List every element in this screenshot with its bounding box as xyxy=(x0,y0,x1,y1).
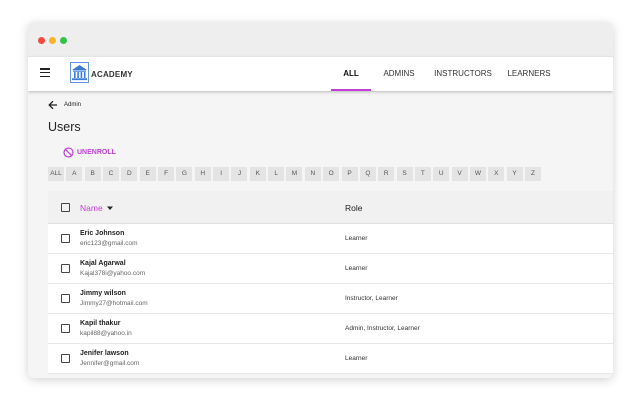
table-row[interactable]: Kapil thakur kapil88@yahoo.in Admin, Instr… xyxy=(48,314,613,344)
alphabet-filter-z[interactable]: Z xyxy=(524,167,541,181)
name-header-label: Name xyxy=(80,203,103,213)
alphabet-filter-g[interactable]: G xyxy=(176,167,193,181)
minimize-window-button[interactable] xyxy=(49,37,56,44)
table-header: Name Role xyxy=(48,191,613,224)
row-checkbox[interactable] xyxy=(61,234,70,243)
alphabet-filter-q[interactable]: Q xyxy=(359,167,376,181)
user-email: Kajal378i@yahoo.com xyxy=(80,270,146,277)
user-email: Jimmy27@hotmail.com xyxy=(80,300,148,307)
alphabet-filter-s[interactable]: S xyxy=(396,167,413,181)
users-table: Name Role Eric Johnson eric123@gmail.com L… xyxy=(48,191,613,374)
close-window-button[interactable] xyxy=(38,37,45,44)
back-to-admin-link[interactable]: Admin xyxy=(48,100,81,110)
alphabet-filter-k[interactable]: K xyxy=(249,167,266,181)
alphabet-filter-l[interactable]: L xyxy=(268,167,285,181)
alphabet-filter-j[interactable]: J xyxy=(231,167,248,181)
table-row[interactable]: Eric Johnson eric123@gmail.com Learner xyxy=(48,224,613,254)
alphabet-filter-n[interactable]: N xyxy=(304,167,321,181)
role-column-header: Role xyxy=(345,203,363,213)
row-checkbox[interactable] xyxy=(61,264,70,273)
alphabet-filter-v[interactable]: V xyxy=(451,167,468,181)
alphabet-filter-p[interactable]: P xyxy=(341,167,358,181)
unenroll-label: UNENROLL xyxy=(77,149,116,156)
user-role: Admin, Instructor, Learner xyxy=(345,325,420,332)
user-name: Kapil thakur xyxy=(80,320,121,327)
user-name: Kajal Agarwal xyxy=(80,260,126,267)
alphabet-filter-o[interactable]: O xyxy=(323,167,340,181)
user-name: Jimmy wilson xyxy=(80,290,126,297)
table-row[interactable]: Jenifer lawson Jennifer@gmail.com Learner xyxy=(48,344,613,374)
app-bar: ACADEMY ALL ADMINS INSTRUCTORS LEARNERS xyxy=(28,57,613,91)
role-tabs: ALL ADMINS INSTRUCTORS LEARNERS xyxy=(331,57,559,91)
window-titlebar xyxy=(28,22,613,57)
app-window: ACADEMY ALL ADMINS INSTRUCTORS LEARNERS … xyxy=(28,22,613,378)
alphabet-filter-e[interactable]: E xyxy=(139,167,156,181)
sort-down-icon xyxy=(106,206,113,210)
name-column-header[interactable]: Name xyxy=(80,203,114,213)
alphabet-filter-a[interactable]: A xyxy=(66,167,83,181)
alphabet-filter-f[interactable]: F xyxy=(158,167,175,181)
alphabet-filter-b[interactable]: B xyxy=(84,167,101,181)
user-role: Learner xyxy=(345,235,368,242)
alphabet-filter-i[interactable]: I xyxy=(213,167,230,181)
academy-logo-icon xyxy=(70,62,89,83)
user-role: Instructor, Learner xyxy=(345,295,398,302)
unenroll-button[interactable]: UNENROLL xyxy=(63,147,116,158)
alphabet-filter-c[interactable]: C xyxy=(103,167,120,181)
row-checkbox[interactable] xyxy=(61,294,70,303)
block-icon xyxy=(63,147,74,158)
breadcrumb-label: Admin xyxy=(64,102,82,108)
brand-name: ACADEMY xyxy=(91,70,133,79)
table-row[interactable]: Kajal Agarwal Kajal378i@yahoo.com Learner xyxy=(48,254,613,284)
page-title: Users xyxy=(48,120,81,134)
arrow-left-icon xyxy=(48,100,57,110)
user-email: kapil88@yahoo.in xyxy=(80,330,132,337)
tab-learners[interactable]: LEARNERS xyxy=(499,57,559,91)
user-role: Learner xyxy=(345,355,368,362)
tab-all[interactable]: ALL xyxy=(331,57,371,91)
alphabet-filter-w[interactable]: W xyxy=(469,167,486,181)
alphabet-filter-m[interactable]: M xyxy=(286,167,303,181)
select-all-checkbox[interactable] xyxy=(61,203,70,212)
alphabet-filter-all[interactable]: ALL xyxy=(48,167,64,181)
main-content: Admin Users UNENROLL ALL A B C D E F G H I J K L M N O P… xyxy=(28,91,613,378)
user-role: Learner xyxy=(345,265,368,272)
alphabet-filter-h[interactable]: H xyxy=(194,167,211,181)
alphabet-filter-t[interactable]: T xyxy=(414,167,431,181)
alphabet-filter-x[interactable]: X xyxy=(488,167,505,181)
table-body: Eric Johnson eric123@gmail.com Learner Kaja… xyxy=(48,224,613,374)
tab-admins[interactable]: ADMINS xyxy=(371,57,427,91)
maximize-window-button[interactable] xyxy=(60,37,67,44)
tab-instructors[interactable]: INSTRUCTORS xyxy=(427,57,499,91)
alphabet-filter: ALL A B C D E F G H I J K L M N O P Q R S T U V W X Y Z xyxy=(48,167,543,181)
user-name: Eric Johnson xyxy=(80,230,125,237)
alphabet-filter-u[interactable]: U xyxy=(433,167,450,181)
row-checkbox[interactable] xyxy=(61,324,70,333)
table-row[interactable]: Jimmy wilson Jimmy27@hotmail.com Instructo… xyxy=(48,284,613,314)
hamburger-menu-icon[interactable] xyxy=(40,68,50,78)
user-email: Jennifer@gmail.com xyxy=(80,360,140,367)
user-name: Jenifer lawson xyxy=(80,350,129,357)
alphabet-filter-r[interactable]: R xyxy=(378,167,395,181)
row-checkbox[interactable] xyxy=(61,354,70,363)
alphabet-filter-d[interactable]: D xyxy=(121,167,138,181)
user-email: eric123@gmail.com xyxy=(80,240,138,247)
alphabet-filter-y[interactable]: Y xyxy=(506,167,523,181)
